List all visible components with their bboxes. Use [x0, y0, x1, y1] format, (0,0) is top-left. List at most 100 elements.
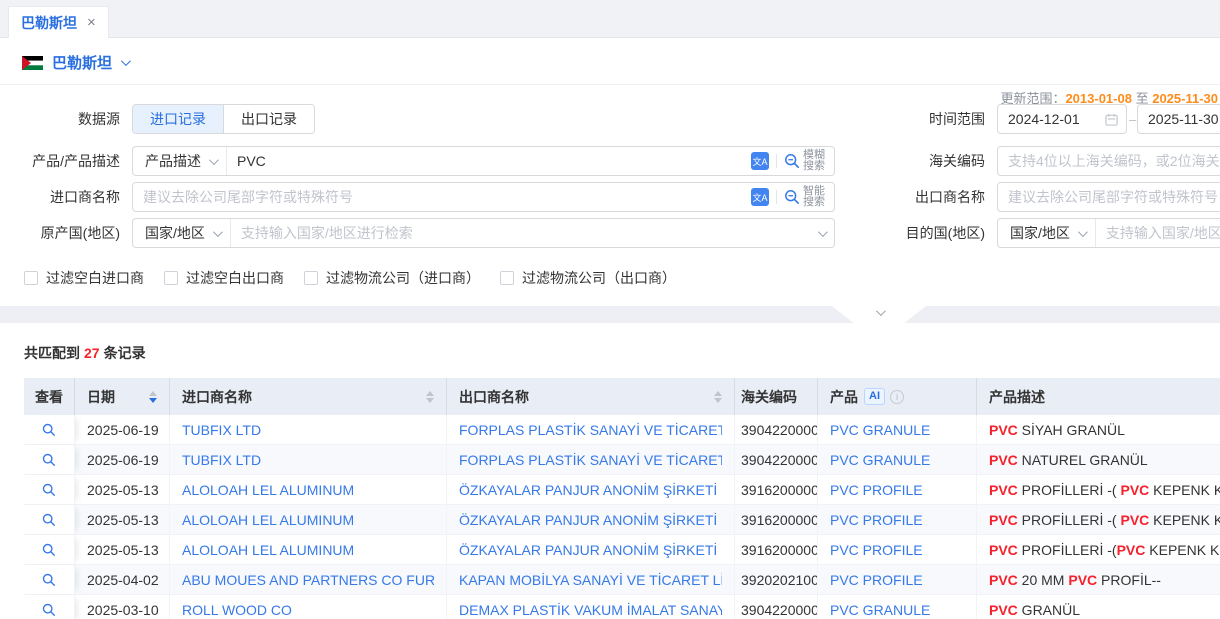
filter-checkbox[interactable]: 过滤空白进口商 — [24, 268, 144, 288]
filter-checkbox[interactable]: 过滤物流公司（出口商） — [500, 268, 676, 288]
destination-country-label: 目的国(地区) — [860, 218, 985, 248]
checkbox-label: 过滤物流公司（进口商） — [326, 268, 480, 288]
view-record-button[interactable] — [24, 415, 75, 444]
sort-icon[interactable] — [706, 391, 722, 403]
tab-import-records[interactable]: 进口记录 — [133, 105, 223, 133]
product-link[interactable]: PVC PROFILE — [830, 542, 923, 558]
importer-link[interactable]: ABU MOUES AND PARTNERS CO FURNITURE — [182, 572, 434, 588]
date-cell: 2025-05-13 — [75, 475, 170, 504]
tab-export-records[interactable]: 出口记录 — [223, 105, 314, 133]
view-record-button[interactable] — [24, 505, 75, 534]
table-row: 2025-03-10 ROLL WOOD CO DEMAX PLASTİK VAKU… — [24, 595, 1220, 619]
filter-checkbox[interactable]: 过滤物流公司（进口商） — [304, 268, 480, 288]
exporter-link[interactable]: FORPLAS PLASTİK SANAYİ VE TİCARET LİMİ..… — [459, 422, 722, 438]
app-window: 巴勒斯坦 × 巴勒斯坦 更新范围：2013-01-08 至 2025-11-30… — [0, 0, 1220, 619]
results-count: 27 — [84, 345, 100, 361]
checkbox[interactable] — [304, 271, 318, 285]
column-header-importer[interactable]: 进口商名称 — [170, 378, 447, 415]
close-icon[interactable]: × — [87, 15, 96, 30]
fuzzy-search-button[interactable]: 模糊 搜索 — [784, 150, 825, 172]
view-search-icon — [42, 543, 56, 557]
date-range-separator: – — [1129, 112, 1136, 127]
keyword-highlight: PVC — [989, 482, 1018, 498]
view-record-button[interactable] — [24, 445, 75, 474]
column-header-date[interactable]: 日期 — [75, 378, 170, 415]
product-link[interactable]: PVC GRANULE — [830, 422, 930, 438]
product-link[interactable]: PVC PROFILE — [830, 482, 923, 498]
view-record-button[interactable] — [24, 475, 75, 504]
origin-country-input[interactable] — [231, 219, 818, 247]
description-cell: PVC PROFİLLERİ -(PVC KEPENK KLİP... — [977, 535, 1220, 564]
sort-icon[interactable] — [418, 391, 434, 403]
product-link[interactable]: PVC GRANULE — [830, 602, 930, 618]
date-cell: 2025-03-10 — [75, 595, 170, 619]
table-row: 2025-05-13ALOLOAH LEL ALUMINUMÖZKAYALAR … — [24, 535, 1220, 565]
date-from-input[interactable]: 2024-12-01 — [997, 104, 1127, 134]
product-link[interactable]: PVC GRANULE — [830, 452, 930, 468]
product-type-value: 产品描述 — [145, 151, 201, 171]
chevron-down-icon — [213, 227, 223, 237]
importer-link[interactable]: ALOLOAH LEL ALUMINUM — [182, 482, 354, 498]
description-text: KEPENK KLİP... — [1149, 512, 1220, 528]
importer-link[interactable]: ALOLOAH LEL ALUMINUM — [182, 512, 354, 528]
importer-link[interactable]: ROLL WOOD CO — [182, 602, 292, 618]
view-record-button[interactable] — [24, 565, 75, 594]
date-cell: 2025-05-13 — [75, 505, 170, 534]
origin-country-select[interactable]: 国家/地区 — [133, 219, 231, 247]
importer-link[interactable]: TUBFIX LTD — [182, 422, 261, 438]
chevron-down-icon[interactable] — [818, 227, 828, 237]
smart-search-button[interactable]: 智能 搜索 — [784, 186, 825, 208]
date-cell: 2025-04-02 — [75, 565, 170, 594]
checkbox[interactable] — [500, 271, 514, 285]
column-header-hs-code: 海关编码 — [735, 378, 818, 415]
view-search-icon — [42, 513, 56, 527]
destination-country-select[interactable]: 国家/地区 — [998, 219, 1096, 247]
column-label: 产品 — [830, 387, 858, 407]
description-cell: PVC PROFİLLERİ -( PVC KEPENK KLİP... — [977, 505, 1220, 534]
product-search-input[interactable] — [227, 147, 751, 175]
exporter-input[interactable] — [998, 183, 1220, 211]
column-header-product: 产品 AI i — [818, 378, 977, 415]
collapse-panel-button[interactable] — [832, 306, 926, 323]
view-record-button[interactable] — [24, 595, 75, 619]
translate-icon[interactable]: 文A — [751, 152, 769, 170]
destination-country-input[interactable] — [1096, 219, 1220, 247]
tab-palestine[interactable]: 巴勒斯坦 × — [8, 6, 109, 38]
product-link[interactable]: PVC PROFILE — [830, 572, 923, 588]
exporter-link[interactable]: FORPLAS PLASTİK SANAYİ VE TİCARET LİMİ..… — [459, 452, 722, 468]
exporter-group — [997, 182, 1220, 212]
checkbox[interactable] — [164, 271, 178, 285]
exporter-link[interactable]: ÖZKAYALAR PANJUR ANONİM ŞİRKETİ — [459, 482, 717, 498]
importer-link[interactable]: ALOLOAH LEL ALUMINUM — [182, 542, 354, 558]
hs-code-input[interactable] — [998, 147, 1220, 175]
exporter-link[interactable]: KAPAN MOBİLYA SANAYİ VE TİCARET LİMİT... — [459, 572, 722, 588]
checkbox[interactable] — [24, 271, 38, 285]
fuzzy-search-label: 模糊 搜索 — [803, 150, 825, 172]
view-record-button[interactable] — [24, 535, 75, 564]
origin-country-group: 国家/地区 — [132, 218, 835, 248]
importer-link[interactable]: TUBFIX LTD — [182, 452, 261, 468]
date-cell: 2025-06-19 — [75, 445, 170, 474]
keyword-highlight: PVC — [1120, 482, 1149, 498]
origin-country-label: 原产国(地区) — [0, 218, 120, 248]
product-search-group: 产品描述 文A 模糊 搜索 — [132, 146, 835, 176]
date-to-input[interactable]: 2025-11-30 — [1137, 104, 1220, 134]
info-icon[interactable]: i — [890, 390, 904, 404]
filter-checkbox[interactable]: 过滤空白出口商 — [164, 268, 284, 288]
translate-icon[interactable]: 文A — [751, 188, 769, 206]
importer-input[interactable] — [133, 183, 751, 211]
product-link[interactable]: PVC PROFILE — [830, 512, 923, 528]
keyword-highlight: PVC — [989, 542, 1018, 558]
exporter-link[interactable]: DEMAX PLASTİK VAKUM İMALAT SANAYİ V... — [459, 602, 722, 618]
country-selector[interactable]: 巴勒斯坦 — [22, 52, 128, 73]
column-label: 出口商名称 — [459, 387, 529, 407]
product-type-select[interactable]: 产品描述 — [133, 147, 227, 175]
column-header-exporter[interactable]: 出口商名称 — [447, 378, 735, 415]
hs-code-cell: 3916200000 — [735, 505, 818, 534]
hs-code-group — [997, 146, 1220, 176]
description-text: PROFİLLERİ -( — [1018, 482, 1121, 498]
exporter-link[interactable]: ÖZKAYALAR PANJUR ANONİM ŞİRKETİ — [459, 512, 717, 528]
sort-icon[interactable] — [141, 391, 157, 403]
exporter-link[interactable]: ÖZKAYALAR PANJUR ANONİM ŞİRKETİ — [459, 542, 717, 558]
chevron-down-icon — [875, 306, 885, 316]
